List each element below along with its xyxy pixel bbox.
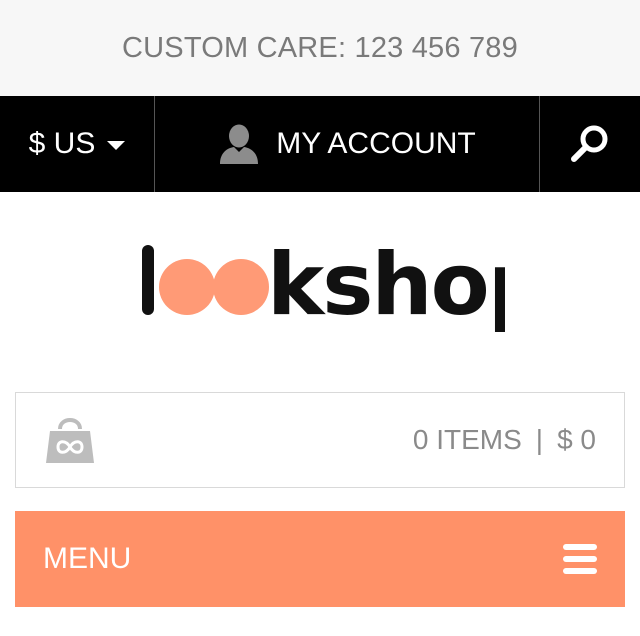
- logo-area: kshop: [0, 192, 640, 392]
- top-nav: $ US MY ACCOUNT: [0, 96, 640, 192]
- cart-separator: |: [535, 424, 544, 455]
- hamburger-menu-icon: [563, 544, 597, 574]
- search-icon: [571, 125, 608, 162]
- cart-summary-box[interactable]: 0 ITEMS | $ 0: [15, 392, 625, 488]
- shopping-bag-icon: [46, 418, 94, 463]
- lookshop-logo[interactable]: kshop: [135, 237, 505, 347]
- cart-summary-text: 0 ITEMS | $ 0: [413, 424, 596, 456]
- currency-label: $ US: [28, 127, 96, 160]
- menu-label: MENU: [43, 542, 132, 575]
- caret-down-icon: [107, 140, 126, 150]
- user-icon: [220, 124, 259, 164]
- menu-toggle-bar[interactable]: MENU: [15, 511, 625, 607]
- my-account-link[interactable]: MY ACCOUNT: [155, 96, 540, 192]
- customer-care-text: CUSTOM CARE: 123 456 789: [122, 31, 518, 64]
- my-account-label: MY ACCOUNT: [276, 127, 476, 160]
- cart-items-count: 0 ITEMS: [412, 424, 522, 455]
- customer-care-bar: CUSTOM CARE: 123 456 789: [0, 0, 640, 96]
- cart-total: $ 0: [557, 424, 596, 455]
- svg-text:kshop: kshop: [267, 237, 505, 335]
- search-button[interactable]: [540, 96, 640, 192]
- currency-selector[interactable]: $ US: [0, 96, 155, 192]
